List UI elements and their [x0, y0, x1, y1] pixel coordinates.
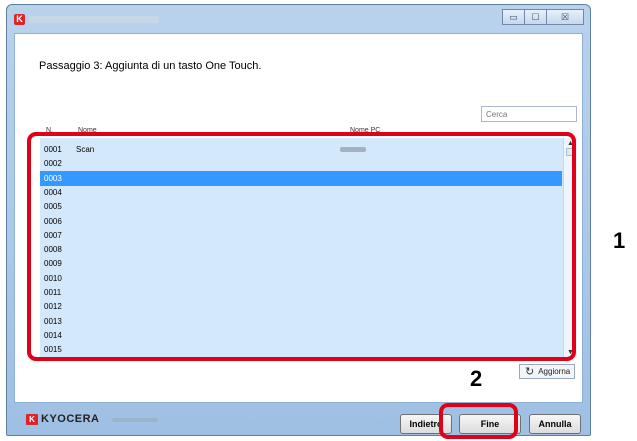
minimize-button[interactable]: ▭: [502, 9, 525, 25]
kyocera-logo-text: KYOCERA: [41, 413, 100, 425]
step-title: Passaggio 3: Aggiunta di un tasto One To…: [39, 60, 262, 72]
callout-highlight-list: [27, 132, 576, 361]
close-icon: ☒: [560, 12, 570, 22]
callout-number-1: 1: [613, 228, 626, 253]
kyocera-logo-mark-icon: K: [26, 413, 38, 425]
refresh-icon: ↻: [525, 366, 535, 378]
caption-buttons: ▭ ☐ ☒: [502, 9, 584, 25]
refresh-button[interactable]: ↻ Aggiorna: [519, 364, 575, 379]
maximize-icon: ☐: [531, 12, 540, 22]
title-bar[interactable]: K ▭ ☐ ☒: [7, 5, 590, 33]
minimize-icon: ▭: [509, 12, 518, 22]
window-title-redacted: [29, 16, 159, 23]
callout-highlight-finish-button: [439, 403, 518, 439]
search-input[interactable]: [481, 106, 577, 122]
cancel-button[interactable]: Annulla: [529, 414, 581, 434]
close-button[interactable]: ☒: [546, 9, 584, 25]
kyocera-app-icon: K: [14, 14, 25, 25]
kyocera-logo: K KYOCERA: [26, 413, 100, 425]
footer-text-redacted: [112, 418, 158, 422]
callout-number-2: 2: [470, 366, 483, 391]
refresh-button-label: Aggiorna: [538, 367, 571, 376]
maximize-button[interactable]: ☐: [524, 9, 547, 25]
